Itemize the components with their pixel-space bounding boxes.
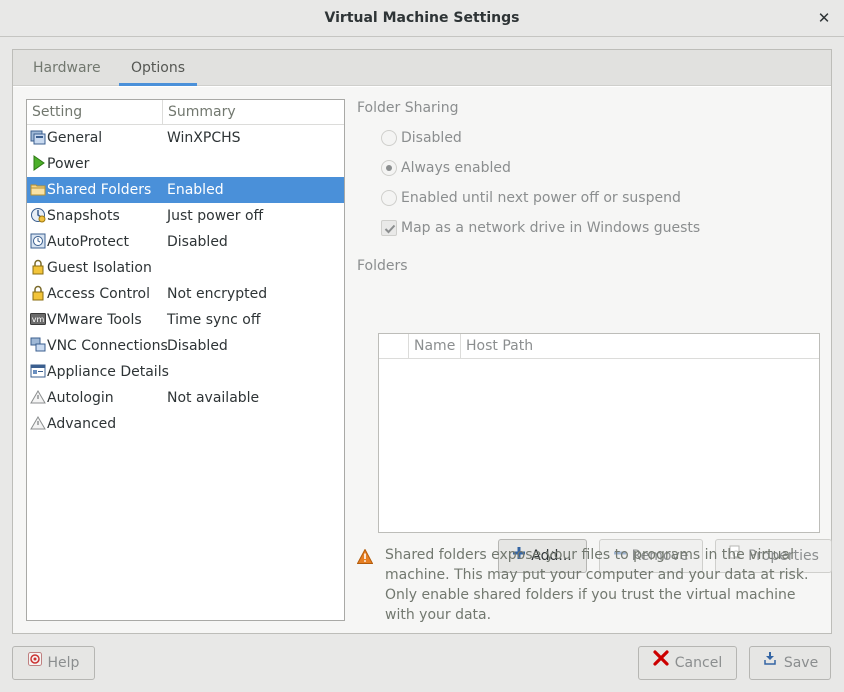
tab-hardware[interactable]: Hardware [21, 50, 113, 86]
cancel-button[interactable]: Cancel [638, 646, 737, 680]
settings-row-autologin[interactable]: Autologin Not available [27, 385, 344, 411]
settings-row-appliance-details[interactable]: Appliance Details [27, 359, 344, 385]
checkmark-icon [384, 224, 396, 234]
save-button-label: Save [783, 655, 819, 671]
tab-options[interactable]: Options [119, 50, 198, 86]
lock-icon [30, 285, 46, 301]
column-header-name[interactable]: Name [409, 334, 461, 359]
help-icon [27, 646, 42, 678]
snapshot-icon [30, 207, 46, 223]
advanced-icon [30, 415, 46, 431]
settings-row-label: Autologin [47, 390, 114, 406]
save-button[interactable]: Save [749, 646, 831, 680]
settings-row-vmware-tools[interactable]: vm VMware Tools Time sync off [27, 307, 344, 333]
folder-sharing-title: Folder Sharing [357, 100, 459, 116]
settings-row-general[interactable]: General WinXPCHS [27, 125, 344, 151]
folders-table-header: Name Host Path [379, 334, 819, 359]
vnc-icon [30, 337, 46, 353]
column-header-enabled[interactable] [379, 334, 409, 359]
autoprotect-icon [30, 233, 46, 249]
settings-row-summary: Enabled [167, 182, 224, 198]
settings-row-summary: Time sync off [167, 312, 261, 328]
autologin-icon [30, 389, 46, 405]
shared-folders-panel: Folder Sharing Disabled Always enabled E… [356, 87, 832, 633]
settings-list-header: Setting Summary [27, 100, 344, 125]
settings-row-summary: Disabled [167, 234, 228, 250]
close-icon[interactable]: ✕ [814, 8, 834, 28]
settings-row-label: VNC Connections [47, 338, 168, 354]
appliance-icon [30, 363, 46, 379]
column-header-setting[interactable]: Setting [27, 100, 163, 125]
settings-row-label: Access Control [47, 286, 150, 302]
settings-notebook: Hardware Options Setting Summary General… [12, 49, 832, 634]
settings-row-label: VMware Tools [47, 312, 142, 328]
settings-row-summary: WinXPCHS [167, 130, 241, 146]
radio-button[interactable] [381, 130, 397, 146]
settings-row-vnc-connections[interactable]: VNC Connections Disabled [27, 333, 344, 359]
folders-table[interactable]: Name Host Path [378, 333, 820, 533]
options-page: Setting Summary General WinXPCHS Power S… [13, 87, 832, 633]
settings-row-summary: Disabled [167, 338, 228, 354]
vmware-tools-icon: vm [30, 311, 46, 327]
settings-row-summary: Not available [167, 390, 260, 406]
power-icon [30, 155, 46, 171]
security-warning: Shared folders expose your files to prog… [356, 545, 827, 625]
settings-row-label: AutoProtect [47, 234, 130, 250]
lock-icon [30, 259, 46, 275]
column-header-summary[interactable]: Summary [163, 100, 344, 125]
help-button[interactable]: Help [12, 646, 95, 680]
radio-button[interactable] [381, 190, 397, 206]
column-header-host-path[interactable]: Host Path [461, 334, 661, 359]
settings-row-advanced[interactable]: Advanced [27, 411, 344, 437]
radio-button[interactable] [381, 160, 397, 176]
settings-row-summary: Just power off [167, 208, 264, 224]
folders-title: Folders [357, 258, 408, 274]
cancel-icon [653, 646, 669, 678]
cancel-button-label: Cancel [674, 655, 723, 671]
save-icon [762, 646, 778, 678]
warning-text: Shared folders expose your files to prog… [385, 547, 809, 623]
settings-row-autoprotect[interactable]: AutoProtect Disabled [27, 229, 344, 255]
settings-row-label: Advanced [47, 416, 117, 432]
warning-icon [356, 548, 374, 568]
settings-row-label: Appliance Details [47, 364, 169, 380]
settings-row-snapshots[interactable]: Snapshots Just power off [27, 203, 344, 229]
settings-row-label: Snapshots [47, 208, 120, 224]
help-button-label: Help [47, 655, 80, 671]
settings-row-label: General [47, 130, 103, 146]
folder-icon [30, 181, 46, 197]
settings-row-label: Guest Isolation [47, 260, 152, 276]
radio-label: Always enabled [401, 160, 511, 176]
settings-row-access-control[interactable]: Access Control Not encrypted [27, 281, 344, 307]
general-icon [30, 129, 46, 145]
radio-label: Disabled [401, 130, 462, 146]
settings-row-guest-isolation[interactable]: Guest Isolation [27, 255, 344, 281]
window-title: Virtual Machine Settings [324, 10, 520, 26]
title-bar: Virtual Machine Settings ✕ [0, 0, 844, 37]
svg-text:vm: vm [32, 315, 45, 324]
settings-row-shared-folders[interactable]: Shared Folders Enabled [27, 177, 344, 203]
radio-label: Enabled until next power off or suspend [401, 190, 681, 206]
settings-row-label: Shared Folders [47, 182, 152, 198]
settings-row-label: Power [47, 156, 90, 172]
settings-row-summary: Not encrypted [167, 286, 268, 302]
checkbox-label: Map as a network drive in Windows guests [401, 220, 701, 236]
settings-row-power[interactable]: Power [27, 151, 344, 177]
tab-bar: Hardware Options [13, 50, 831, 86]
settings-list: Setting Summary General WinXPCHS Power S… [26, 99, 345, 621]
checkbox[interactable] [381, 220, 397, 236]
